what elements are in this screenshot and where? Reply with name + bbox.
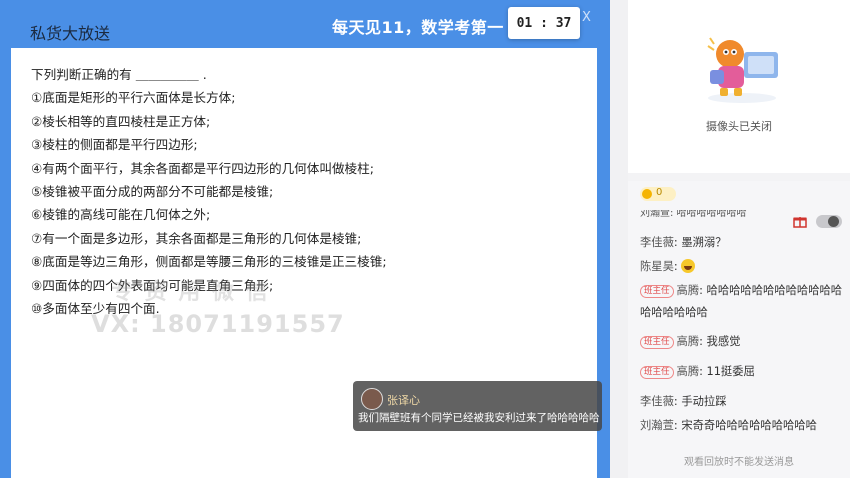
chat-sender: 陈星昊 [640,260,674,273]
chat-panel: 0 刘瀚萱: 哈哈哈哈哈哈哈 李佳薇: 墨溯溺？ 陈星昊: 班主任 高腾: 哈哈哈… [628,181,850,478]
laughing-emoji-icon [681,259,696,273]
chat-message: 李佳薇: 墨溯溺？ [640,236,727,249]
chat-message: 班主任 高腾: 11挺委屈 [640,363,755,379]
toggle-knob [828,216,839,227]
coin-icon [642,189,652,199]
chat-disabled-note: 观看回放时不能发送消息 [684,457,794,468]
watermark-contact: VX: 18071191557 [91,310,345,338]
title-bar: 私货大放送 每天见11，数学考第一 01 : 37 X [0,0,610,48]
question-option: ②棱长相等的直四棱柱是正方体; [31,113,211,129]
chat-text: 宋奇奇哈哈哈哈哈哈哈哈哈 [681,419,817,432]
chat-message: 班主任 高腾: 哈哈哈哈哈哈哈哈哈哈哈哈 [640,282,842,298]
avatar [361,388,383,410]
lesson-panel: 私货大放送 每天见11，数学考第一 01 : 37 X 下列判断正确的有 ＿＿＿… [0,0,610,478]
coin-counter: 0 [640,187,676,201]
chat-text: 哈哈哈哈哈哈 [640,306,708,319]
question-option: ④有两个面平行，其余各面都是平行四边形的几何体叫做棱柱; [31,160,374,176]
question-option: ⑥棱锥的高线可能在几何体之外; [31,207,211,223]
close-icon[interactable]: X [582,10,591,25]
chat-sender: 高腾 [676,335,700,348]
chat-text: 11挺委屈 [706,365,755,378]
chat-message: 班主任 高腾: 我感觉 [640,333,740,349]
teacher-badge: 班主任 [640,366,674,379]
coin-count: 0 [656,187,663,198]
chat-message: 陈星昊: [640,258,696,274]
chat-text: 墨溯溺？ [681,236,727,249]
question-option: ⑤棱锥被平面分成的两部分不可能都是棱锥; [31,184,274,200]
chat-message: 刘瀚萱: 宋奇奇哈哈哈哈哈哈哈哈哈 [640,419,817,432]
chat-message-partial: 刘瀚萱: 哈哈哈哈哈哈哈 [640,210,747,218]
chat-sender: 高腾 [676,284,700,297]
mascot-camera-icon [707,37,778,103]
chat-message: 李佳薇: 手动拉踩 [640,395,727,408]
camera-status: 摄像头已关闭 [706,120,772,133]
teacher-only-toggle[interactable] [816,215,842,228]
watermark-text: 专 资 用 微 信 [111,280,270,305]
countdown-timer: 01 : 37 [508,7,580,39]
camera-panel: 摄像头已关闭 [628,0,850,173]
gift-icon[interactable] [793,214,807,228]
question-stem: 下列判断正确的有 ＿＿＿＿＿ . [31,67,207,82]
chat-sender: 刘瀚萱 [640,419,674,432]
chat-text: 哈哈哈哈哈哈哈哈哈哈哈哈 [706,284,843,297]
teacher-badge: 班主任 [640,336,674,349]
teacher-badge: 班主任 [640,285,674,298]
question-option: ①底面是矩形的平行六面体是长方体; [31,90,236,106]
chat-sender: 李佳薇 [640,236,674,249]
divider [610,0,628,478]
toast-message: 我们隔壁班有个同学已经被我安利过来了哈哈哈哈哈 [358,412,600,424]
chat-text: 手动拉踩 [681,395,727,408]
chat-sender: 李佳薇 [640,395,674,408]
question-option: ③棱柱的侧面都是平行四边形; [31,137,198,153]
toast-sender: 张译心 [387,394,420,407]
chat-text: 我感觉 [706,335,741,348]
panel-title: 私货大放送 [30,24,111,43]
chat-sender: 高腾 [676,365,700,378]
slogan-text: 每天见11，数学考第一 [332,18,504,37]
question-option: ⑦有一个面是多边形，其余各面都是三角形的几何体是棱锥; [31,230,362,246]
chat-message-continued: 哈哈哈哈哈哈 [640,304,708,320]
chat-toast: 张译心 我们隔壁班有个同学已经被我安利过来了哈哈哈哈哈 [353,381,602,431]
question-option: ⑧底面是等边三角形，侧面都是等腰三角形的三棱锥是正三棱锥; [31,254,387,270]
